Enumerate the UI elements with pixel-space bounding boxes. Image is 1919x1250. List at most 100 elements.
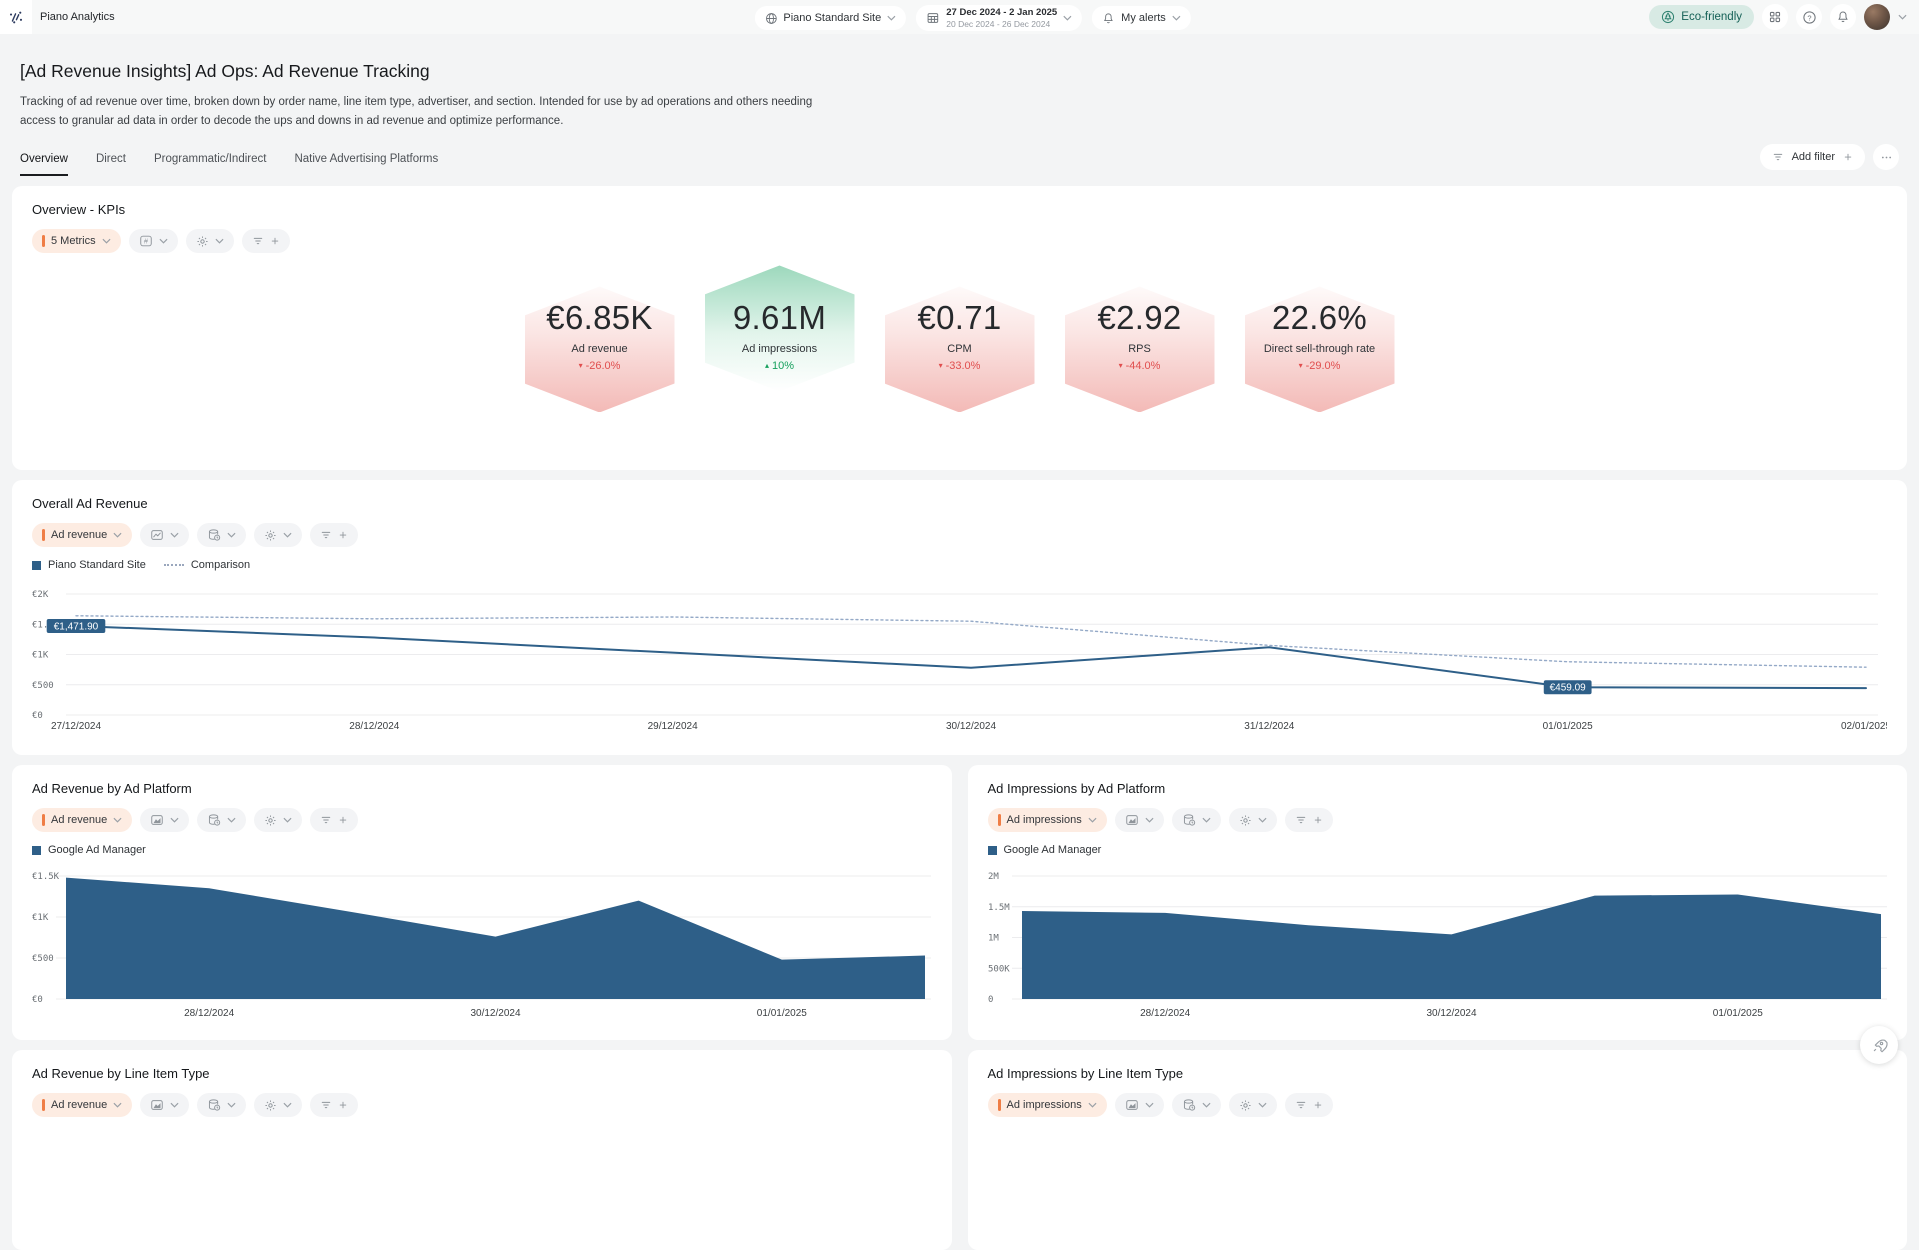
tab-overview[interactable]: Overview (20, 153, 68, 176)
filter-add-pill[interactable] (310, 523, 358, 547)
chevron-down-icon[interactable] (1898, 14, 1907, 20)
help-icon: ? (1802, 10, 1817, 25)
tab-native-advertising-platforms[interactable]: Native Advertising Platforms (294, 153, 438, 176)
metric-selector-label: Ad impressions (1007, 1099, 1082, 1111)
platform-impressions-area-chart[interactable]: 2M1.5M1M500K028/12/202430/12/202401/01/2… (988, 864, 1887, 1029)
plus-icon (338, 815, 348, 825)
kpi-ad-revenue: €6.85KAd revenue▾-26.0% (525, 286, 675, 420)
legend-item-google-ad-manager[interactable]: Google Ad Manager (32, 844, 146, 856)
gear-pill[interactable] (254, 1093, 302, 1117)
chevron-down-icon (887, 15, 896, 21)
kpi-value: €6.85K (525, 301, 675, 336)
legend-item-google-ad-manager[interactable]: Google Ad Manager (988, 844, 1102, 856)
rocket-assistant-button[interactable] (1860, 1026, 1898, 1064)
overall-revenue-line-chart[interactable]: €2K€1.5K€1K€500€027/12/202428/12/202429/… (32, 579, 1887, 739)
filter-add-pill[interactable] (242, 229, 290, 253)
kpi-content: €2.92RPS▾-44.0% (1065, 286, 1215, 372)
chevron-down-icon (170, 532, 179, 538)
kpi-content: €0.71CPM▾-33.0% (885, 286, 1035, 372)
area-chart-pill[interactable] (1115, 808, 1164, 832)
chevron-down-icon (1088, 817, 1097, 823)
line-item-row: Ad Revenue by Line Item Type Ad revenue … (12, 1050, 1907, 1250)
svg-text:€1K: €1K (32, 651, 49, 661)
area-chart-pill[interactable] (140, 808, 189, 832)
eco-friendly-badge[interactable]: Eco-friendly (1649, 5, 1754, 29)
page-header: [Ad Revenue Insights] Ad Ops: Ad Revenue… (0, 61, 1919, 176)
filter-add-pill[interactable] (1285, 808, 1333, 832)
tab-direct[interactable]: Direct (96, 153, 126, 176)
line-chart-pill[interactable] (140, 523, 189, 547)
kpi-content: 9.61MAd impressions▴10% (705, 286, 855, 372)
chevron-down-icon (170, 817, 179, 823)
kpi-controls: 5 Metrics # (32, 229, 1887, 253)
chevron-down-icon (283, 532, 292, 538)
platform-revenue-area-chart[interactable]: €1.5K€1K€500€028/12/202430/12/202401/01/… (32, 864, 931, 1029)
database-pill[interactable] (197, 1093, 246, 1117)
triangle-down-icon: ▾ (579, 361, 583, 370)
kpi-value: 9.61M (705, 301, 855, 336)
tab-programmatic-indirect[interactable]: Programmatic/Indirect (154, 153, 266, 176)
line-chart-icon (150, 528, 164, 542)
number-metric-icon: # (139, 234, 153, 248)
overall-revenue-card: Overall Ad Revenue Ad revenue Piano Stan… (12, 480, 1907, 755)
filter-add-pill[interactable] (1285, 1093, 1333, 1117)
legend-item-comparison[interactable]: Comparison (164, 559, 250, 571)
piano-analytics-logo[interactable] (0, 0, 32, 34)
user-avatar[interactable] (1864, 4, 1890, 30)
area-chart-pill[interactable] (140, 1093, 189, 1117)
apps-grid-button[interactable] (1762, 4, 1788, 30)
svg-text:30/12/2024: 30/12/2024 (470, 1008, 520, 1019)
gear-pill[interactable] (254, 523, 302, 547)
topbar: Piano Analytics Piano Standard Site 27 D… (0, 0, 1919, 34)
legend-item-piano-standard-site[interactable]: Piano Standard Site (32, 559, 146, 571)
filter-icon (1295, 1099, 1307, 1111)
chevron-down-icon (1063, 15, 1072, 21)
database-pill[interactable] (197, 523, 246, 547)
number-metric-pill[interactable]: # (129, 229, 178, 253)
gear-pill[interactable] (1229, 808, 1277, 832)
gear-pill[interactable] (186, 229, 234, 253)
database-pill[interactable] (1172, 1093, 1221, 1117)
database-pill[interactable] (197, 808, 246, 832)
date-range-comparison: 20 Dec 2024 - 26 Dec 2024 (946, 19, 1057, 29)
date-range-picker[interactable]: 27 Dec 2024 - 2 Jan 2025 20 Dec 2024 - 2… (916, 5, 1082, 31)
kpi-rps: €2.92RPS▾-44.0% (1065, 286, 1215, 420)
notifications-button[interactable] (1830, 4, 1856, 30)
chevron-down-icon (227, 817, 236, 823)
metric-selector-pill[interactable]: Ad revenue (32, 523, 132, 547)
metric-selector-pill[interactable]: Ad impressions (988, 808, 1107, 832)
metric-accent-bar (998, 1099, 1001, 1111)
my-alerts-button[interactable]: My alerts (1092, 6, 1191, 30)
bell-icon (1836, 10, 1850, 24)
platform-row: Ad Revenue by Ad Platform Ad revenue Goo… (12, 765, 1907, 1040)
kpi-delta: ▾-26.0% (525, 360, 675, 372)
kpi-delta-value: -44.0% (1126, 360, 1161, 372)
kpi-section-title: Overview - KPIs (32, 202, 1887, 217)
filter-add-pill[interactable] (310, 808, 358, 832)
gear-icon (264, 814, 277, 827)
line-item-impressions-title: Ad Impressions by Line Item Type (988, 1066, 1888, 1081)
more-options-button[interactable] (1873, 144, 1899, 170)
help-button[interactable]: ? (1796, 4, 1822, 30)
site-selector[interactable]: Piano Standard Site (754, 6, 906, 30)
gear-pill[interactable] (1229, 1093, 1277, 1117)
kpi-delta-value: -33.0% (946, 360, 981, 372)
metric-selector-pill[interactable]: Ad revenue (32, 808, 132, 832)
svg-text:2M: 2M (988, 872, 999, 882)
kpi-label: Ad impressions (705, 343, 855, 355)
chevron-down-icon (170, 1102, 179, 1108)
metric-selector-pill[interactable]: 5 Metrics (32, 229, 121, 253)
database-pill[interactable] (1172, 808, 1221, 832)
metric-selector-pill[interactable]: Ad impressions (988, 1093, 1107, 1117)
add-filter-button[interactable]: Add filter (1760, 144, 1865, 170)
kpi-cpm: €0.71CPM▾-33.0% (885, 286, 1035, 420)
svg-text:27/12/2024: 27/12/2024 (51, 721, 101, 732)
area-chart-pill[interactable] (1115, 1093, 1164, 1117)
kpi-delta: ▾-33.0% (885, 360, 1035, 372)
gear-icon (264, 529, 277, 542)
metric-selector-pill[interactable]: Ad revenue (32, 1093, 132, 1117)
kpi-direct-sell-through-rate: 22.6%Direct sell-through rate▾-29.0% (1245, 286, 1395, 420)
tabs-row: Overview Direct Programmatic/Indirect Nativ… (20, 144, 1899, 176)
gear-pill[interactable] (254, 808, 302, 832)
filter-add-pill[interactable] (310, 1093, 358, 1117)
